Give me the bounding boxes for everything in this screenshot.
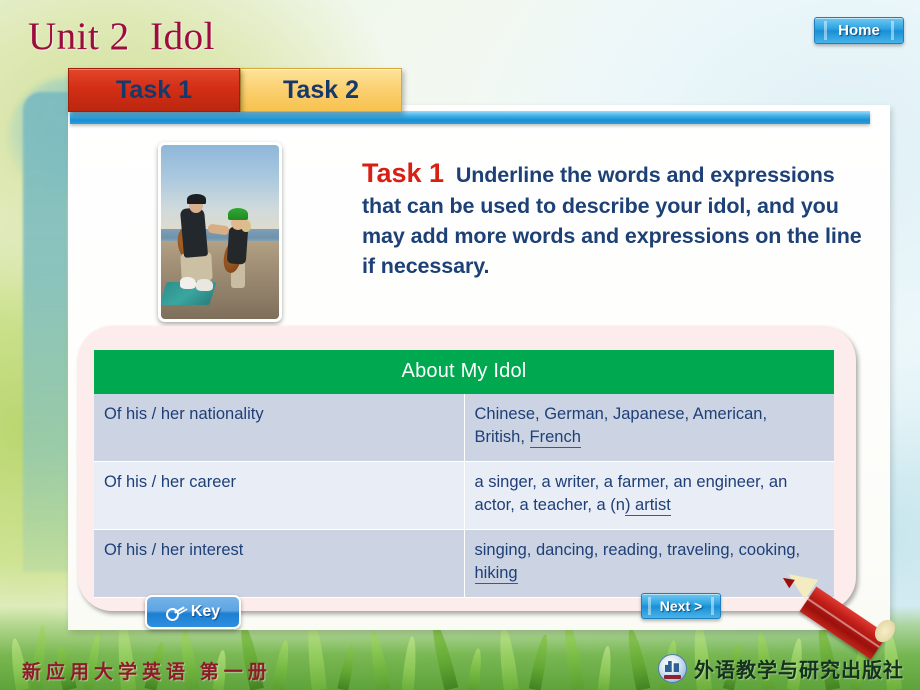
home-button-label: Home	[838, 22, 880, 39]
footer-publisher: 外语教学与研究出版社	[658, 654, 904, 683]
idol-photo	[158, 142, 282, 322]
background-teal-band	[23, 92, 68, 572]
pencil-icon	[778, 562, 908, 662]
page-title: Unit 2 Idol	[28, 15, 215, 58]
publisher-logo-icon	[658, 654, 687, 683]
row-label-nationality: Of his / her nationality	[94, 394, 465, 462]
row-value-career[interactable]: a singer, a writer, a farmer, an enginee…	[464, 461, 834, 530]
task-tabs: Task 1 Task 2	[68, 68, 402, 112]
publisher-name: 外语教学与研究出版社	[694, 660, 904, 682]
tab-task-2-label: Task 2	[283, 75, 359, 104]
row-label-career: Of his / her career	[94, 461, 465, 530]
next-button[interactable]: Next >	[641, 593, 721, 619]
footer-series-title: 新应用大学英语 第一册	[22, 662, 272, 683]
key-icon	[166, 606, 184, 619]
table-row: Of his / her interest singing, dancing, …	[94, 529, 834, 598]
tab-task-2[interactable]: Task 2	[240, 68, 402, 112]
task-instruction: Task 1 Underline the words and expressio…	[362, 155, 867, 281]
tab-task-1[interactable]: Task 1	[68, 68, 240, 112]
key-button-label: Key	[190, 603, 221, 620]
tab-task-1-label: Task 1	[116, 75, 192, 104]
row-value-interest-blank[interactable]: hiking	[474, 564, 518, 585]
about-my-idol-table: About My Idol Of his / her nationality C…	[94, 350, 834, 598]
row-value-career-blank[interactable]: ) artist	[624, 496, 671, 517]
table-row: Of his / her career a singer, a writer, …	[94, 461, 834, 530]
next-button-label: Next >	[659, 598, 703, 614]
table-title: About My Idol	[94, 350, 834, 394]
key-button[interactable]: Key	[145, 595, 241, 629]
task-label: Task 1	[362, 158, 445, 188]
table-header-row: About My Idol	[94, 350, 834, 394]
tab-underline-bar	[70, 111, 870, 124]
row-label-interest: Of his / her interest	[94, 529, 465, 598]
row-value-nationality[interactable]: Chinese, German, Japanese, American, Bri…	[464, 394, 834, 462]
row-value-interest-text: singing, dancing, reading, traveling, co…	[474, 540, 801, 559]
row-value-nationality-text: Chinese, German, Japanese, American, Bri…	[474, 405, 768, 447]
home-button[interactable]: Home	[814, 17, 904, 44]
row-value-nationality-blank[interactable]: French	[529, 428, 581, 449]
table-row: Of his / her nationality Chinese, German…	[94, 394, 834, 462]
